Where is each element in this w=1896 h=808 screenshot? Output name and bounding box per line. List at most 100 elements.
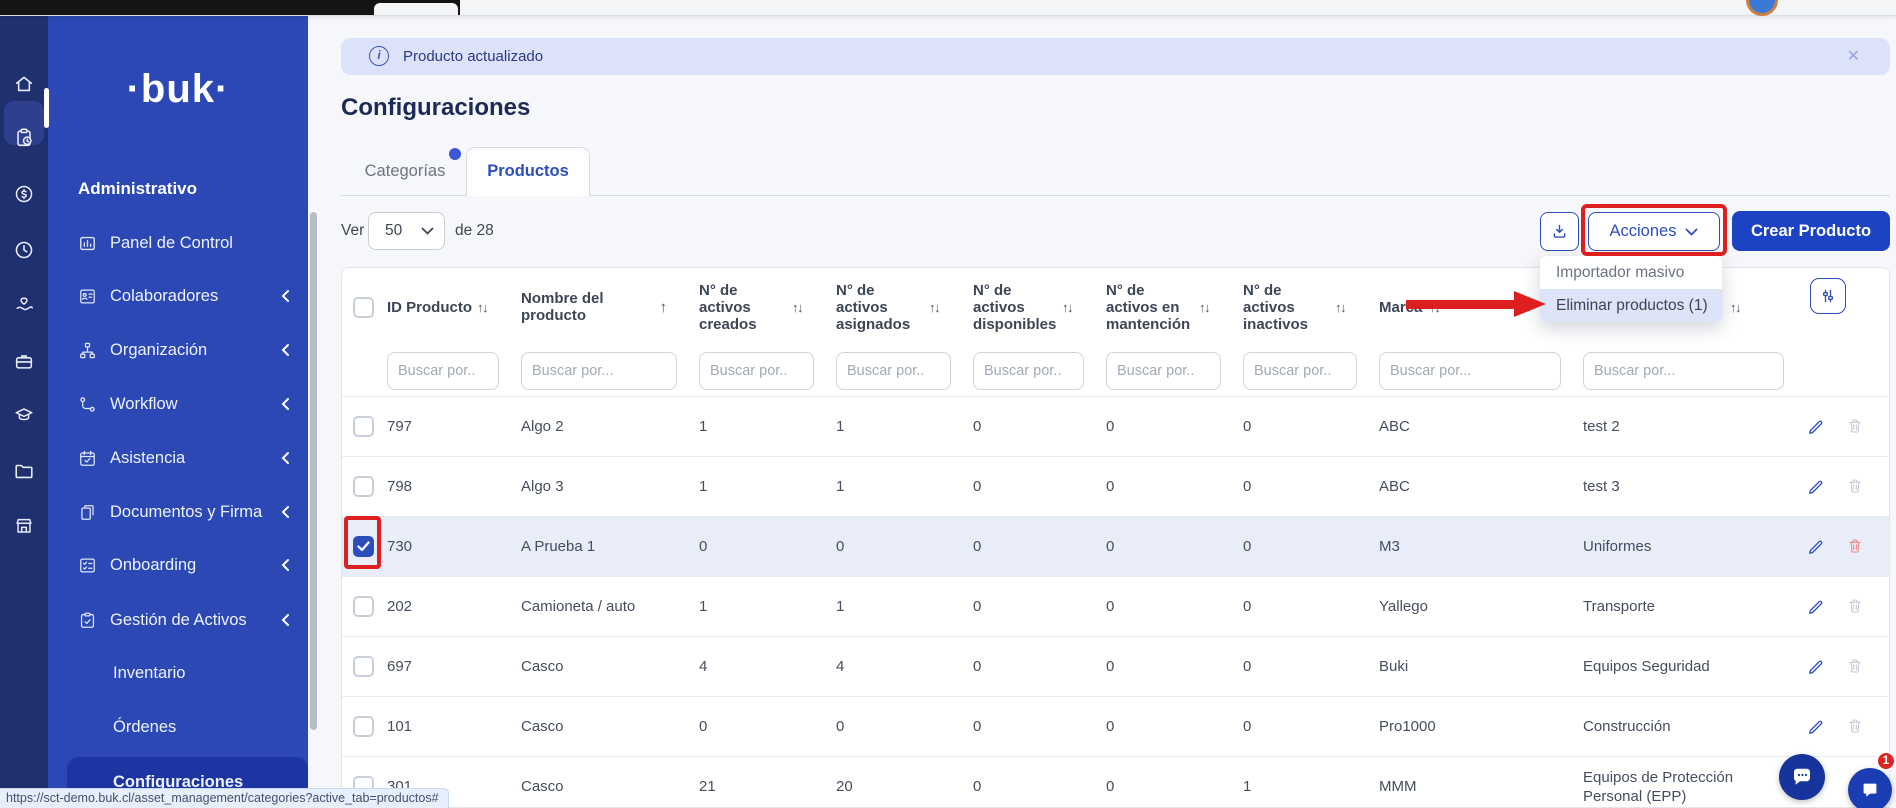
sidebar-item-workflow[interactable]: Workflow [48, 391, 308, 417]
download-button[interactable] [1540, 212, 1579, 251]
cell-nombre: Camioneta / auto [511, 577, 689, 636]
storefront-icon[interactable] [13, 515, 35, 537]
cell-id: 797 [377, 397, 511, 456]
chevron-left-icon [280, 613, 290, 627]
filter-input-mantencion[interactable] [1106, 352, 1221, 390]
tab-categorias[interactable]: Categorías [348, 147, 462, 196]
info-icon: i [369, 46, 389, 66]
sidebar-item-documentos-y-firma[interactable]: Docum​entos y Firma [48, 499, 308, 525]
edit-pencil-icon[interactable] [1806, 657, 1826, 677]
sidebar-item-panel-de-control[interactable]: Panel de Control [48, 230, 308, 256]
trash-icon[interactable] [1846, 597, 1865, 617]
cell-inactivos: 0 [1233, 397, 1369, 456]
sidebar-subitem-inventario[interactable]: Inventario [113, 660, 185, 686]
close-icon[interactable]: ✕ [1847, 46, 1860, 66]
filter-input-marca[interactable] [1379, 352, 1561, 390]
filter-input-creados[interactable] [699, 352, 814, 390]
row-checkbox[interactable] [353, 716, 374, 737]
org-chart-icon [78, 341, 97, 360]
sort-icon[interactable]: ↑↓ [929, 300, 939, 315]
sort-asc-icon[interactable]: ↑ [660, 299, 668, 316]
folder-icon[interactable] [13, 460, 35, 482]
row-checkbox[interactable] [353, 596, 374, 617]
menu-item-importador-masivo[interactable]: Importador masivo [1540, 256, 1722, 289]
trash-icon[interactable] [1846, 417, 1865, 437]
filter-input-inactivos[interactable] [1243, 352, 1357, 390]
coin-icon[interactable] [13, 183, 35, 205]
column-header-nombre[interactable]: Nombre del producto↑ [511, 268, 689, 346]
column-header-id[interactable]: ID Producto↑↓ [377, 268, 511, 346]
sidebar-item-onboarding[interactable]: Onboarding [48, 552, 308, 578]
cell-marca: Pro1000 [1369, 697, 1573, 756]
page-size-select[interactable]: 50 [368, 212, 445, 250]
edit-pencil-icon[interactable] [1806, 537, 1826, 557]
chevron-left-icon [280, 451, 290, 465]
sort-icon[interactable]: ↑↓ [792, 300, 802, 315]
cell-creados: 0 [689, 697, 826, 756]
table-row-selected: 730 A Prueba 1 0 0 0 0 0 M3 Uniformes [342, 516, 1889, 576]
edit-pencil-icon[interactable] [1806, 597, 1826, 617]
briefcase-icon[interactable] [13, 350, 35, 372]
cell-disponibles: 0 [963, 697, 1096, 756]
cell-disponibles: 0 [963, 577, 1096, 636]
filter-input-asignados[interactable] [836, 352, 951, 390]
filter-input-disponibles[interactable] [973, 352, 1084, 390]
column-header-disponibles[interactable]: N° de activos disponibles↑↓ [963, 268, 1096, 346]
workflow-icon [78, 395, 97, 414]
sort-icon[interactable]: ↑↓ [477, 300, 487, 315]
row-checkbox-checked[interactable] [353, 536, 374, 557]
trash-icon[interactable] [1846, 477, 1865, 497]
trash-icon[interactable] [1846, 657, 1865, 677]
cell-mantencion: 0 [1096, 397, 1233, 456]
row-checkbox[interactable] [353, 656, 374, 677]
column-header-creados[interactable]: N° de activos creados↑↓ [689, 268, 826, 346]
sort-icon[interactable]: ↑↓ [1730, 300, 1740, 315]
tab-productos[interactable]: Productos [466, 147, 590, 196]
graduation-cap-icon[interactable] [13, 404, 35, 426]
clipboard-clock-icon[interactable] [13, 127, 35, 149]
sort-icon[interactable]: ↑↓ [1062, 300, 1072, 315]
chat-dots-icon [1790, 765, 1814, 789]
banner-message: Producto actualizado [403, 48, 543, 65]
sort-icon[interactable]: ↑↓ [1429, 300, 1439, 315]
column-settings-button[interactable] [1810, 278, 1846, 314]
sidebar-subitem-ordenes[interactable]: Órdenes [113, 714, 176, 740]
acciones-button[interactable]: Acciones [1588, 212, 1720, 251]
sort-icon[interactable]: ↑↓ [1199, 300, 1209, 315]
hand-heart-icon[interactable] [13, 294, 35, 316]
sidebar-item-asistencia[interactable]: Asistencia [48, 445, 308, 471]
filter-input-nombre[interactable] [521, 352, 677, 390]
crear-producto-button[interactable]: Crear Producto [1732, 211, 1890, 251]
trash-icon-active[interactable] [1846, 537, 1865, 557]
home-icon[interactable] [13, 73, 35, 95]
edit-pencil-icon[interactable] [1806, 717, 1826, 737]
browser-tab[interactable] [374, 3, 458, 15]
cell-nombre: A Prueba 1 [511, 517, 689, 576]
row-checkbox[interactable] [353, 476, 374, 497]
cell-creados: 4 [689, 637, 826, 696]
column-header-mantencion[interactable]: N° de activos en mantención↑↓ [1096, 268, 1233, 346]
chat-unread-badge: 1 [1876, 751, 1896, 771]
column-header-inactivos[interactable]: N° de activos inactivos↑↓ [1233, 268, 1369, 346]
cell-id: 798 [377, 457, 511, 516]
sidebar-scrollbar-thumb[interactable] [310, 212, 317, 730]
chat-widget-button[interactable] [1779, 754, 1825, 800]
sidebar-item-organizacion[interactable]: Organización [48, 337, 308, 363]
sidebar-item-gestion-de-activos[interactable]: Gestión de Activos [48, 607, 308, 633]
row-checkbox[interactable] [353, 416, 374, 437]
chevron-down-icon [421, 227, 434, 235]
sort-icon[interactable]: ↑↓ [1335, 300, 1345, 315]
chat-secondary-button[interactable] [1848, 768, 1892, 808]
column-header-asignados[interactable]: N° de activos asignados↑↓ [826, 268, 963, 346]
trash-icon[interactable] [1846, 717, 1865, 737]
cell-marca: ABC [1369, 457, 1573, 516]
filter-input-categoria[interactable] [1583, 352, 1784, 390]
menu-item-eliminar-productos[interactable]: Eliminar productos (1) [1540, 289, 1722, 322]
edit-pencil-icon[interactable] [1806, 417, 1826, 437]
edit-pencil-icon[interactable] [1806, 477, 1826, 497]
sidebar-item-colaboradores[interactable]: Colaboradores [48, 283, 308, 309]
filter-input-id[interactable] [387, 352, 499, 390]
clock-icon[interactable] [13, 239, 35, 261]
select-all-checkbox[interactable] [353, 297, 374, 318]
chat-bubble-icon [1859, 779, 1881, 801]
